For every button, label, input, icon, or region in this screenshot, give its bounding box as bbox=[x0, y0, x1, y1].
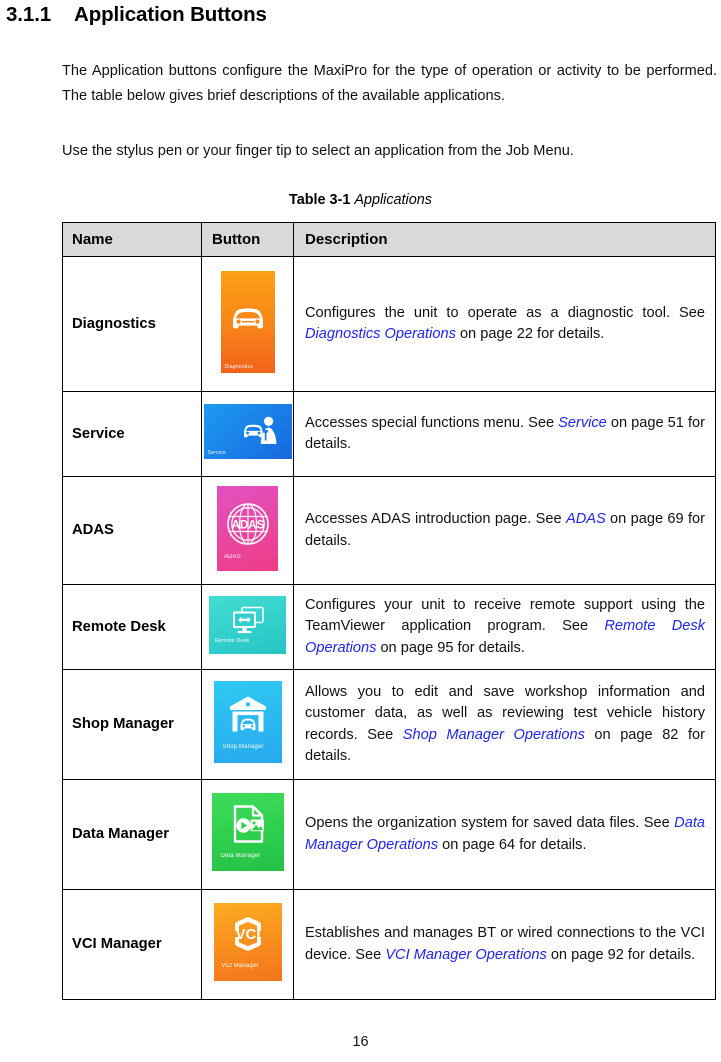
garage-with-car-icon bbox=[214, 694, 282, 734]
table-row: ADAS ADAS ADAS Accesses ADAS introductio… bbox=[62, 476, 716, 585]
app-description-adas: Accesses ADAS introduction page. See ADA… bbox=[293, 476, 716, 585]
section-number: 3.1.1 bbox=[6, 3, 52, 26]
adas-globe-emblem-icon: ADAS bbox=[217, 500, 278, 548]
desc-text-post: on page 22 for details. bbox=[455, 326, 605, 342]
intro-paragraph-2: Use the stylus pen or your finger tip to… bbox=[62, 142, 574, 159]
table-row: Data Manager Data Manager Opens the orga… bbox=[62, 779, 716, 890]
tile-label: Remote Desk bbox=[215, 637, 250, 644]
column-header-button: Button bbox=[201, 222, 294, 257]
app-description-shop-manager: Allows you to edit and save workshop inf… bbox=[293, 669, 716, 780]
shop-manager-app-icon[interactable]: Shop Manager bbox=[213, 681, 282, 763]
desc-text-pre: Opens the organization system for saved … bbox=[305, 815, 675, 831]
app-name-data-manager: Data Manager bbox=[62, 779, 202, 890]
column-header-name: Name bbox=[62, 222, 202, 257]
app-description-service: Accesses special functions menu. See Ser… bbox=[293, 391, 716, 477]
tile-label: Shop Manager bbox=[222, 744, 264, 750]
app-name-diagnostics: Diagnostics bbox=[62, 256, 202, 392]
tile-label: Service bbox=[207, 450, 226, 456]
app-name-remote-desk: Remote Desk bbox=[62, 584, 202, 670]
desc-text-pre: Accesses special functions menu. See bbox=[305, 414, 559, 431]
table-caption-label: Table 3-1 bbox=[289, 192, 351, 208]
service-app-icon[interactable]: Service bbox=[203, 404, 292, 459]
app-button-cell-diagnostics: Diagnostics bbox=[201, 256, 294, 392]
vci-gear-icon: VCI bbox=[214, 915, 282, 953]
adas-glyph-text: ADAS bbox=[231, 518, 264, 531]
tile-label: ADAS bbox=[224, 553, 241, 560]
document-page: 3.1.1 Application Buttons The Applicatio… bbox=[0, 0, 721, 1062]
app-description-diagnostics: Configures the unit to operate as a diag… bbox=[293, 256, 716, 392]
table-row: VCI Manager VCI VCI Manager Establishes … bbox=[62, 889, 716, 1000]
app-name-service: Service bbox=[62, 391, 202, 477]
tile-label: Diagnostics bbox=[224, 363, 253, 370]
app-name-shop-manager: Shop Manager bbox=[62, 669, 202, 780]
remote-desk-app-icon[interactable]: Remote Desk bbox=[209, 595, 286, 654]
monitor-exchange-icon bbox=[209, 605, 286, 637]
desc-link[interactable]: Diagnostics Operations bbox=[305, 326, 456, 342]
app-description-vci-manager: Establishes and manages BT or wired conn… bbox=[293, 889, 716, 1000]
desc-link[interactable]: Service bbox=[558, 415, 607, 431]
desc-text-pre: Accesses ADAS introduction page. See bbox=[305, 511, 566, 527]
desc-text-post: on page 92 for details. bbox=[546, 946, 696, 963]
file-media-icon bbox=[212, 804, 284, 844]
car-front-icon bbox=[221, 299, 275, 339]
vci-glyph-text: VCI bbox=[235, 926, 260, 943]
column-header-description: Description bbox=[293, 222, 716, 257]
desc-text-post: on page 64 for details. bbox=[438, 836, 587, 853]
app-button-cell-shop-manager: Shop Manager bbox=[201, 669, 294, 780]
page-title: Application Buttons bbox=[74, 3, 267, 26]
app-button-cell-adas: ADAS ADAS bbox=[201, 476, 294, 585]
page-number: 16 bbox=[352, 1034, 369, 1050]
app-description-remote-desk: Configures your unit to receive remote s… bbox=[293, 584, 716, 670]
desc-text-pre: Configures the unit to operate as a diag… bbox=[305, 304, 705, 321]
app-button-cell-vci-manager: VCI VCI Manager bbox=[201, 889, 294, 1000]
table-row: Remote Desk Remote Desk Configures your … bbox=[62, 584, 716, 670]
section-heading: 3.1.1 Application Buttons bbox=[6, 3, 716, 27]
applications-table: Name Button Description Diagnostics Diag… bbox=[62, 222, 716, 1000]
adas-app-icon[interactable]: ADAS ADAS bbox=[217, 485, 278, 571]
app-button-cell-service: Service bbox=[201, 391, 294, 477]
app-description-data-manager: Opens the organization system for saved … bbox=[293, 779, 716, 890]
app-button-cell-data-manager: Data Manager bbox=[201, 779, 294, 890]
tile-label: VCI Manager bbox=[221, 963, 259, 969]
table-caption: Table 3-1 Applications bbox=[0, 192, 721, 208]
app-name-vci-manager: VCI Manager bbox=[62, 889, 202, 1000]
table-row: Service Service Accesses special functio… bbox=[62, 391, 716, 477]
desc-text-post: on page 95 for details. bbox=[376, 639, 525, 656]
app-name-adas: ADAS bbox=[62, 476, 202, 585]
vci-manager-app-icon[interactable]: VCI VCI Manager bbox=[213, 903, 282, 981]
desc-link[interactable]: ADAS bbox=[566, 511, 606, 527]
diagnostics-app-icon[interactable]: Diagnostics bbox=[220, 270, 275, 373]
app-button-cell-remote-desk: Remote Desk bbox=[201, 584, 294, 670]
desc-link[interactable]: VCI Manager Operations bbox=[385, 947, 546, 963]
tile-label: Data Manager bbox=[220, 853, 261, 859]
table-row: Shop Manager Shop Manager Allows you to … bbox=[62, 669, 716, 780]
intro-paragraph-1: The Application buttons configure the Ma… bbox=[62, 62, 717, 104]
table-row: Diagnostics Diagnostics Configures the u… bbox=[62, 256, 716, 392]
data-manager-app-icon[interactable]: Data Manager bbox=[211, 793, 284, 871]
desc-link[interactable]: Shop Manager Operations bbox=[403, 727, 585, 743]
table-header-row: Name Button Description bbox=[62, 222, 716, 257]
car-with-technician-icon bbox=[204, 413, 292, 447]
table-caption-title: Applications bbox=[354, 192, 432, 208]
